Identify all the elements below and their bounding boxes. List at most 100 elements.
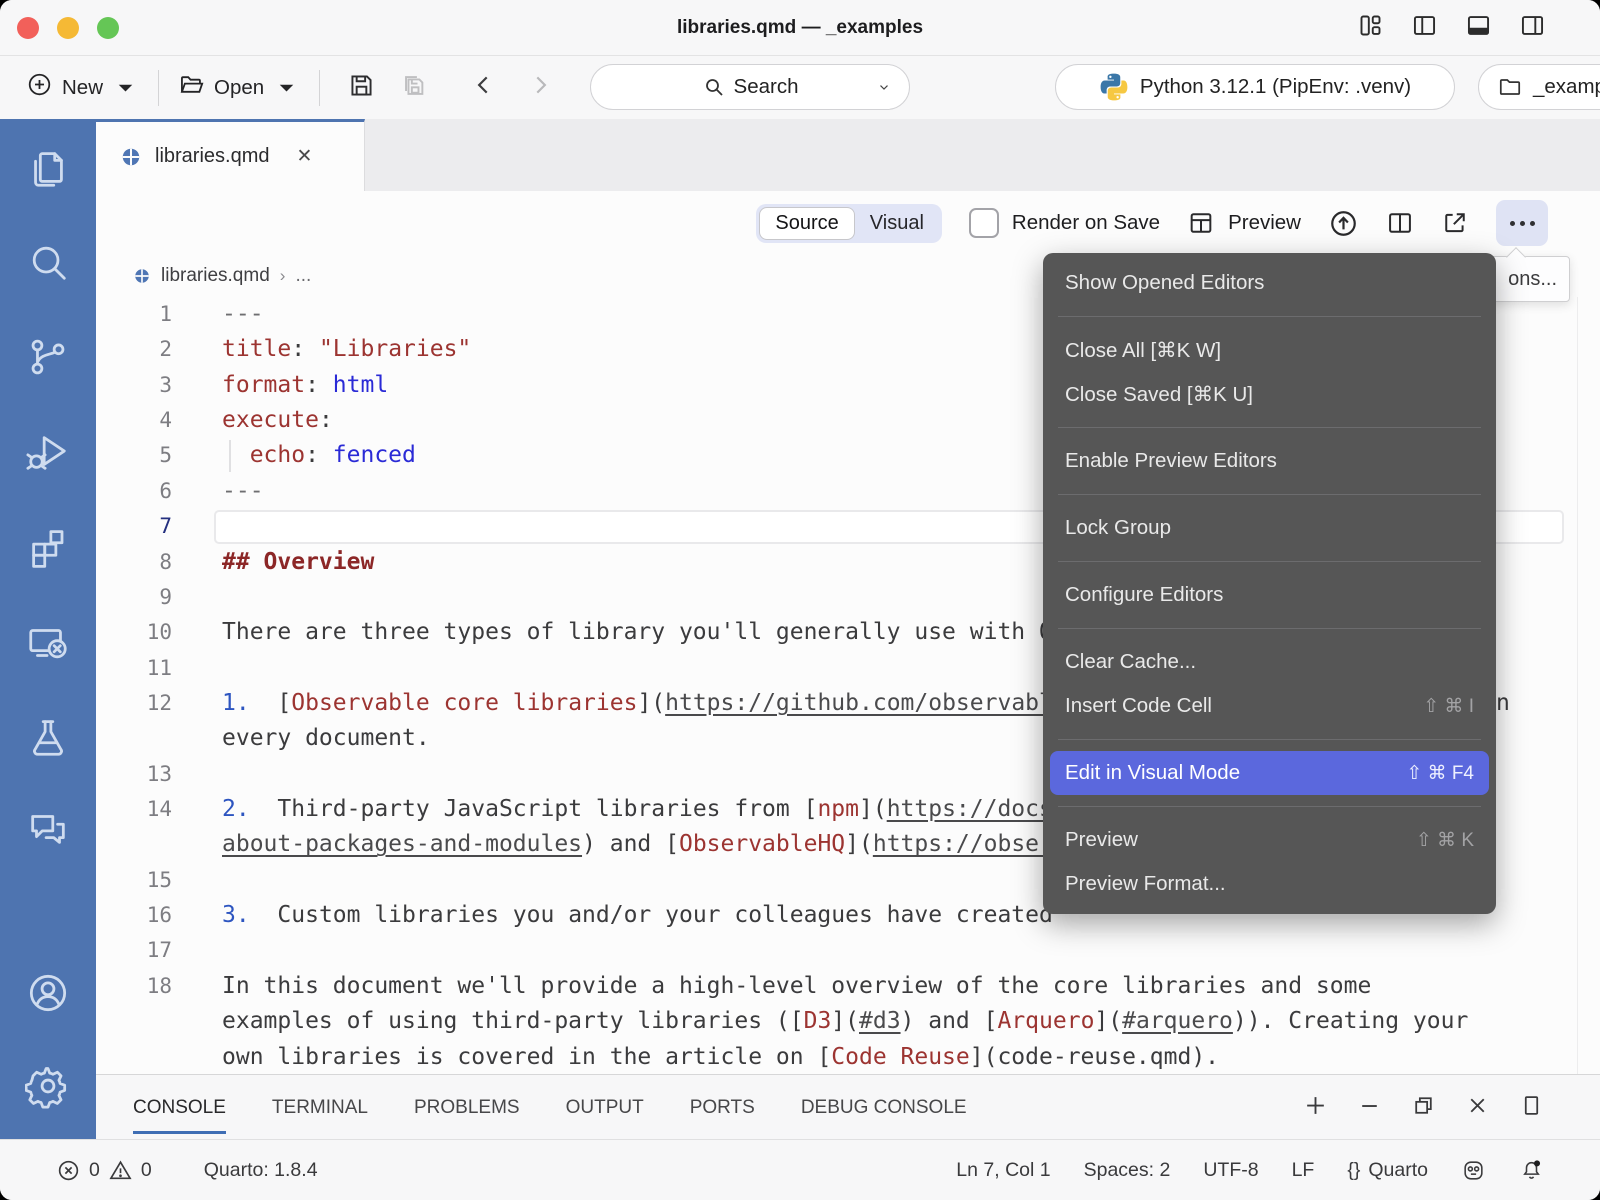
panel-tab-terminal[interactable]: TERMINAL [272, 1075, 368, 1140]
sidebar-item-testing[interactable] [25, 714, 71, 760]
open-button[interactable]: Open [178, 71, 300, 104]
save-all-icon[interactable] [400, 71, 429, 105]
back-button[interactable] [471, 72, 497, 103]
customize-layout-icon[interactable] [1357, 12, 1384, 44]
toggle-panel-icon[interactable] [1465, 12, 1492, 44]
menu-item-label: Preview Format... [1065, 872, 1474, 896]
account-icon [25, 970, 71, 1016]
code-line[interactable]: 18In this document we'll provide a high-… [96, 969, 1600, 1004]
context-menu-item[interactable]: Insert Code Cell⇧ ⌘ I [1043, 684, 1496, 728]
panel-tab-problems[interactable]: PROBLEMS [414, 1075, 520, 1140]
tab-close-icon[interactable]: ✕ [296, 145, 312, 168]
monitor-x-icon [25, 620, 71, 666]
code-line[interactable]: 17 [96, 933, 1600, 968]
context-menu-item[interactable]: Clear Cache... [1043, 640, 1496, 684]
breadcrumb-more[interactable]: ... [295, 265, 311, 287]
panel-tab-debug-console[interactable]: DEBUG CONSOLE [801, 1075, 967, 1140]
sidebar-item-extensions[interactable] [25, 524, 71, 570]
open-in-window-icon[interactable] [1441, 209, 1469, 237]
forward-button[interactable] [527, 72, 553, 103]
tab-libraries-qmd[interactable]: libraries.qmd ✕ [96, 119, 365, 191]
toggle-secondary-sidebar-icon[interactable] [1519, 12, 1546, 44]
breadcrumb-file[interactable]: libraries.qmd [161, 265, 270, 287]
new-button-label: New [62, 76, 103, 100]
menu-item-label: Clear Cache... [1065, 650, 1474, 674]
preview-button[interactable]: Preview [1187, 209, 1301, 237]
cursor-position[interactable]: Ln 7, Col 1 [956, 1159, 1050, 1182]
open-folder-icon [178, 71, 205, 104]
line-number [96, 827, 172, 862]
interpreter-selector[interactable]: Python 3.12.1 (PipEnv: .venv) [1055, 64, 1455, 110]
search-placeholder: Search [734, 75, 799, 99]
save-icon[interactable] [347, 71, 376, 105]
menu-separator [1058, 806, 1481, 807]
menu-item-label: Close Saved [⌘K U] [1065, 382, 1474, 407]
panel-layout-icon[interactable] [1519, 1093, 1544, 1123]
restore-icon[interactable] [1411, 1093, 1436, 1123]
encoding[interactable]: UTF-8 [1203, 1159, 1258, 1182]
context-menu-item[interactable]: Close Saved [⌘K U] [1043, 372, 1496, 416]
code-line[interactable]: own libraries is covered in the article … [96, 1040, 1600, 1074]
warning-count: 0 [141, 1159, 152, 1182]
sidebar-item-explorer[interactable] [25, 145, 71, 191]
menu-item-label: Enable Preview Editors [1065, 449, 1474, 473]
warning-icon [108, 1158, 133, 1183]
panel-tab-ports[interactable]: PORTS [690, 1075, 755, 1140]
code-text: echo: fenced [222, 438, 416, 473]
context-menu-item[interactable]: Lock Group [1043, 506, 1496, 550]
quarto-version[interactable]: Quarto: 1.8.4 [204, 1159, 318, 1182]
toggle-sidebar-icon[interactable] [1411, 12, 1438, 44]
python-icon [1099, 72, 1129, 102]
sidebar-item-settings[interactable] [25, 1063, 71, 1109]
code-line[interactable]: examples of using third-party libraries … [96, 1004, 1600, 1039]
source-mode-button[interactable]: Source [759, 207, 854, 240]
line-number: 2 [96, 332, 172, 367]
braces-icon: {} [1347, 1159, 1360, 1182]
code-text: examples of using third-party libraries … [222, 1004, 1468, 1039]
search-input[interactable]: Search [590, 64, 910, 110]
new-button[interactable]: New [26, 71, 139, 104]
sidebar-item-source-control[interactable] [25, 334, 71, 380]
eol-sequence[interactable]: LF [1292, 1159, 1315, 1182]
notifications-bell-icon[interactable] [1519, 1158, 1544, 1183]
project-selector[interactable]: _examples [1478, 64, 1600, 110]
close-icon[interactable] [1465, 1093, 1490, 1123]
menu-item-label: Edit in Visual Mode [1065, 761, 1406, 785]
interpreter-label: Python 3.12.1 (PipEnv: .venv) [1140, 75, 1411, 99]
visual-mode-button[interactable]: Visual [855, 208, 939, 239]
feedback-smiley-icon[interactable] [1461, 1158, 1486, 1183]
menu-item-shortcut: ⇧ ⌘ K [1416, 829, 1474, 852]
code-text: every document. [222, 721, 430, 756]
line-number: 6 [96, 474, 172, 509]
more-actions-button[interactable] [1496, 200, 1548, 246]
project-label: _examples [1533, 75, 1600, 99]
context-menu-item[interactable]: Close All [⌘K W] [1043, 328, 1496, 372]
sidebar-item-run-debug[interactable] [25, 429, 71, 475]
panel-tab-output[interactable]: OUTPUT [566, 1075, 644, 1140]
context-menu-item[interactable]: Configure Editors [1043, 573, 1496, 617]
context-menu-item[interactable]: Preview Format... [1043, 862, 1496, 906]
language-mode[interactable]: {} Quarto [1347, 1159, 1428, 1182]
indentation[interactable]: Spaces: 2 [1084, 1159, 1171, 1182]
render-icon[interactable] [1328, 208, 1359, 239]
context-menu-item[interactable]: Edit in Visual Mode⇧ ⌘ F4 [1050, 751, 1489, 795]
split-editor-icon[interactable] [1386, 209, 1414, 237]
flask-icon [25, 714, 71, 760]
sidebar-item-comments[interactable] [25, 806, 71, 852]
screen: libraries.qmd — _examples New Open Searc… [0, 0, 1600, 1200]
panel-tab-console[interactable]: CONSOLE [133, 1075, 226, 1140]
line-number: 7 [96, 509, 172, 544]
sidebar-item-sessions[interactable] [25, 620, 71, 666]
code-text: ## Overview [222, 545, 374, 580]
render-on-save-checkbox[interactable] [969, 208, 999, 238]
minimize-icon[interactable] [1357, 1093, 1382, 1123]
context-menu-item[interactable]: Enable Preview Editors [1043, 439, 1496, 483]
sidebar-item-account[interactable] [25, 970, 71, 1016]
problems-indicator[interactable]: 0 0 [56, 1158, 152, 1183]
context-menu-item[interactable]: Preview⇧ ⌘ K [1043, 818, 1496, 862]
context-menu-item[interactable]: Show Opened Editors [1043, 261, 1496, 305]
plus-icon[interactable] [1303, 1093, 1328, 1123]
quarto-icon [120, 146, 142, 168]
toolbar-divider [319, 70, 320, 106]
sidebar-item-search[interactable] [25, 239, 71, 285]
